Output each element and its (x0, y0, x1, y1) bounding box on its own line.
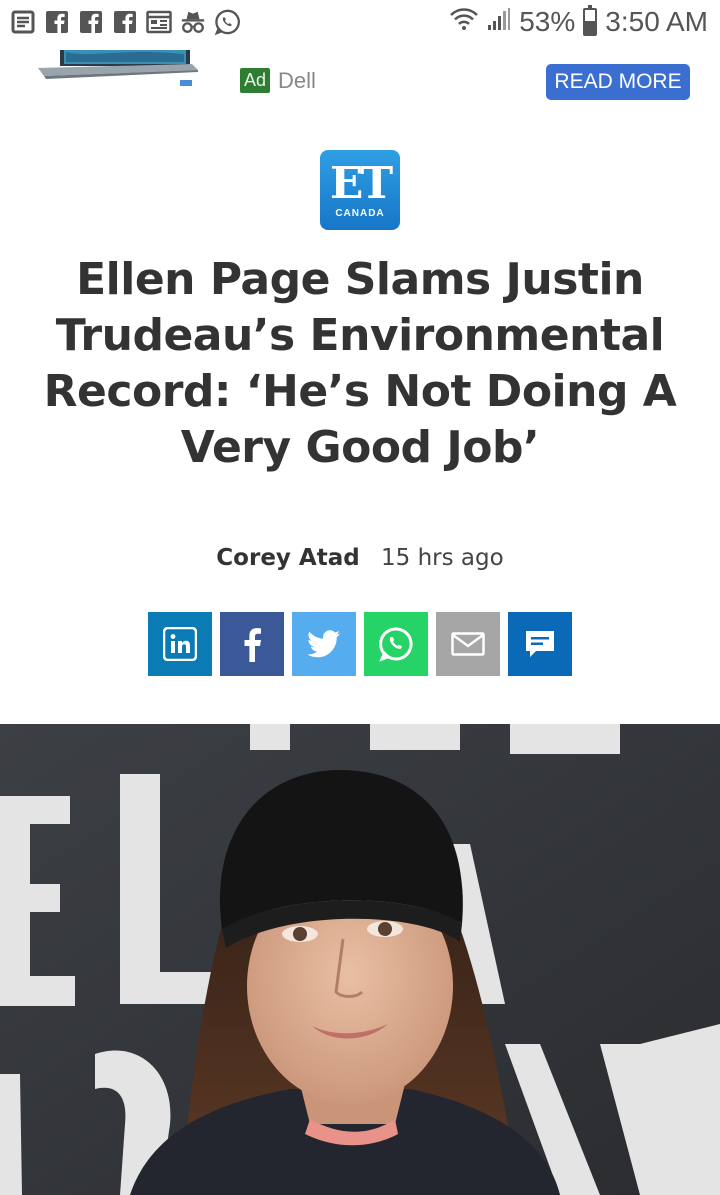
share-whatsapp-button[interactable] (364, 612, 428, 676)
article-headline: Ellen Page Slams Justin Trudeau’s Enviro… (43, 254, 677, 473)
logo-letters: ET (329, 157, 393, 209)
share-twitter-button[interactable] (292, 612, 356, 676)
battery-percent: 53% (519, 6, 576, 37)
article-photo[interactable] (0, 724, 720, 1195)
calendar-icon (146, 8, 172, 36)
linkedin-icon (163, 627, 197, 661)
whatsapp-icon (214, 8, 240, 36)
whatsapp-icon (379, 627, 413, 662)
email-icon (451, 632, 485, 656)
logo-subtitle: CANADA (335, 207, 385, 219)
article-photo-image (0, 724, 720, 1195)
status-bar: 53% 3:50 AM (0, 0, 720, 50)
facebook-icon (44, 8, 70, 36)
incognito-icon (180, 8, 206, 36)
read-more-button[interactable]: READ MORE (546, 64, 690, 100)
facebook-icon (112, 8, 138, 36)
clock: 3:50 AM (605, 6, 708, 37)
share-email-button[interactable] (436, 612, 500, 676)
wifi-icon (449, 6, 479, 38)
ad-badge: Ad (240, 68, 271, 93)
laptop-ad-image[interactable] (30, 44, 200, 92)
battery-level (585, 21, 596, 34)
share-linkedin-button[interactable] (148, 612, 212, 676)
system-status: 53% 3:50 AM (449, 5, 708, 38)
share-bar (148, 612, 572, 676)
ad-banner[interactable]: Ad Dell READ MORE (0, 44, 720, 114)
comment-icon (526, 631, 554, 657)
notes-icon (10, 8, 36, 36)
facebook-icon (244, 628, 261, 662)
byline: Corey Atad 15 hrs ago (0, 545, 720, 571)
notification-icons (10, 8, 240, 36)
author-name[interactable]: Corey Atad (216, 545, 359, 571)
signal-icon (487, 6, 511, 38)
facebook-icon (78, 8, 104, 36)
et-canada-logo[interactable]: ET CANADA (320, 150, 400, 230)
ad-advertiser[interactable]: Dell (278, 68, 316, 94)
share-facebook-button[interactable] (220, 612, 284, 676)
publish-time: 15 hrs ago (381, 545, 504, 571)
comments-button[interactable] (508, 612, 572, 676)
battery-icon (583, 5, 598, 36)
twitter-icon (307, 630, 340, 658)
